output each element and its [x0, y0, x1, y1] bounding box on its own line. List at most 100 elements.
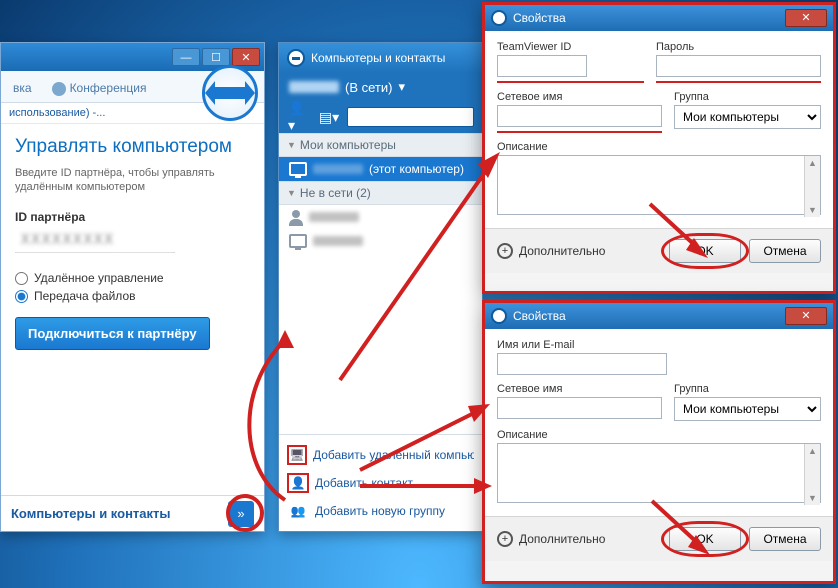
user-name-blurred: [309, 212, 359, 222]
props2-titlebar: Свойства ✕: [485, 303, 833, 329]
pc-name-blurred: [313, 236, 363, 246]
group-offline[interactable]: ▼ Не в сети (2): [279, 181, 482, 205]
footer-contacts-label[interactable]: Компьютеры и контакты: [11, 506, 171, 521]
plus-icon: +: [497, 243, 513, 259]
properties-dialog-computer: Свойства ✕ TeamViewer ID Пароль Сетевое …: [482, 2, 836, 294]
radio-remote-control[interactable]: Удалённое управление: [15, 271, 250, 285]
contact-offline-pc[interactable]: [279, 229, 482, 253]
main-panel: — ☐ ✕ вка Конференция использование) -..…: [0, 42, 265, 532]
more-button[interactable]: + Дополнительно: [497, 243, 605, 259]
close-button[interactable]: ✕: [785, 307, 827, 325]
close-button[interactable]: ✕: [785, 9, 827, 27]
radio-file-label: Передача файлов: [34, 289, 136, 303]
name-email-input[interactable]: [497, 353, 667, 375]
scrollbar[interactable]: ▲▼: [804, 156, 820, 217]
description-textarea[interactable]: [497, 155, 821, 215]
teamviewer-icon: [491, 308, 507, 324]
collapse-icon: ▼: [287, 188, 296, 198]
underline: [497, 81, 644, 83]
ok-button[interactable]: OK: [669, 527, 741, 551]
label-description: Описание: [497, 141, 821, 153]
group-my-computers[interactable]: ▼ Мои компьютеры: [279, 133, 482, 157]
label-teamviewer-id: TeamViewer ID: [497, 41, 644, 53]
teamviewer-icon: [287, 49, 305, 67]
more-label: Дополнительно: [519, 532, 605, 546]
contact-this-pc[interactable]: (этот компьютер): [279, 157, 482, 181]
add-group-label: Добавить новую группу: [315, 504, 445, 518]
add-group-icon: 👥: [287, 501, 309, 521]
status-bar[interactable]: (В сети) ▾: [279, 73, 482, 101]
add-group[interactable]: 👥 Добавить новую группу: [285, 497, 476, 525]
heading-manage: Управлять компьютером: [15, 136, 250, 158]
collapse-icon: ▼: [287, 140, 296, 150]
contacts-titlebar: Компьютеры и контакты: [279, 43, 482, 73]
computer-icon: [289, 234, 307, 248]
add-remote-computer[interactable]: 🖥 Добавить удалённый компьютер: [285, 441, 476, 469]
label-password: Пароль: [656, 41, 821, 53]
add-remote-label: Добавить удалённый компьютер: [313, 448, 474, 462]
contacts-panel: Компьютеры и контакты (В сети) ▾ 👤▾ ▤▾ ▼…: [278, 42, 483, 532]
add-computer-icon: 🖥: [287, 445, 307, 465]
tab-vka[interactable]: вка: [9, 75, 36, 101]
partner-id-input[interactable]: [15, 228, 175, 252]
props2-title: Свойства: [513, 309, 566, 323]
netname-input[interactable]: [497, 105, 662, 127]
label-group: Группа: [674, 383, 821, 395]
cancel-button[interactable]: Отмена: [749, 527, 821, 551]
group-select[interactable]: Мои компьютеры: [674, 397, 821, 421]
annotation-circle: [226, 494, 264, 532]
minimize-button[interactable]: —: [172, 48, 200, 66]
cancel-button[interactable]: Отмена: [749, 239, 821, 263]
description-textarea[interactable]: [497, 443, 821, 503]
hint-text: Введите ID партнёра, чтобы управлять уда…: [15, 166, 250, 195]
more-button[interactable]: + Дополнительно: [497, 531, 605, 547]
label-netname: Сетевое имя: [497, 91, 662, 103]
plus-icon: +: [497, 531, 513, 547]
add-contact-icon: 👤: [287, 473, 309, 493]
group-my-label: Мои компьютеры: [300, 138, 396, 152]
this-pc-label: (этот компьютер): [369, 162, 464, 176]
pc-name-blurred: [313, 164, 363, 174]
tab-conference[interactable]: Конференция: [48, 75, 151, 102]
search-input[interactable]: [347, 107, 474, 127]
props1-titlebar: Свойства ✕: [485, 5, 833, 31]
add-contact-label: Добавить контакт: [315, 476, 413, 490]
chevron-down-icon: ▾: [398, 79, 405, 95]
label-name-email: Имя или E-mail: [497, 339, 821, 351]
status-online: (В сети): [345, 80, 392, 95]
username-blurred: [289, 81, 339, 93]
computer-icon: [289, 162, 307, 176]
main-tabs: вка Конференция: [1, 71, 264, 103]
add-user-icon[interactable]: 👤▾: [287, 107, 311, 127]
netname-input[interactable]: [497, 397, 662, 419]
teamviewer-logo: [202, 65, 258, 121]
group-select[interactable]: Мои компьютеры: [674, 105, 821, 129]
props1-title: Свойства: [513, 11, 566, 25]
label-netname: Сетевое имя: [497, 383, 662, 395]
close-button[interactable]: ✕: [232, 48, 260, 66]
user-icon: [289, 210, 303, 224]
connect-button[interactable]: Подключиться к партнёру: [15, 317, 210, 350]
view-icon[interactable]: ▤▾: [317, 107, 341, 127]
properties-dialog-contact: Свойства ✕ Имя или E-mail Сетевое имя Гр…: [482, 300, 836, 584]
add-area: 🖥 Добавить удалённый компьютер 👤 Добавит…: [279, 434, 482, 531]
contacts-title: Компьютеры и контакты: [311, 51, 445, 65]
password-input[interactable]: [656, 55, 821, 77]
radio-file-transfer[interactable]: Передача файлов: [15, 289, 250, 303]
contacts-toolbar: 👤▾ ▤▾: [279, 101, 482, 133]
radio-remote-label: Удалённое управление: [34, 271, 164, 285]
teamviewer-icon: [491, 10, 507, 26]
contact-offline-user[interactable]: [279, 205, 482, 229]
underline: [656, 81, 821, 83]
ok-button[interactable]: OK: [669, 239, 741, 263]
maximize-button[interactable]: ☐: [202, 48, 230, 66]
add-contact[interactable]: 👤 Добавить контакт: [285, 469, 476, 497]
scrollbar[interactable]: ▲▼: [804, 444, 820, 505]
group-offline-label: Не в сети (2): [300, 186, 371, 200]
label-description: Описание: [497, 429, 821, 441]
underline: [497, 131, 662, 133]
teamviewer-id-input[interactable]: [497, 55, 587, 77]
label-group: Группа: [674, 91, 821, 103]
main-footer: Компьютеры и контакты »: [1, 495, 264, 531]
partner-id-label: ID партнёра: [15, 210, 250, 224]
